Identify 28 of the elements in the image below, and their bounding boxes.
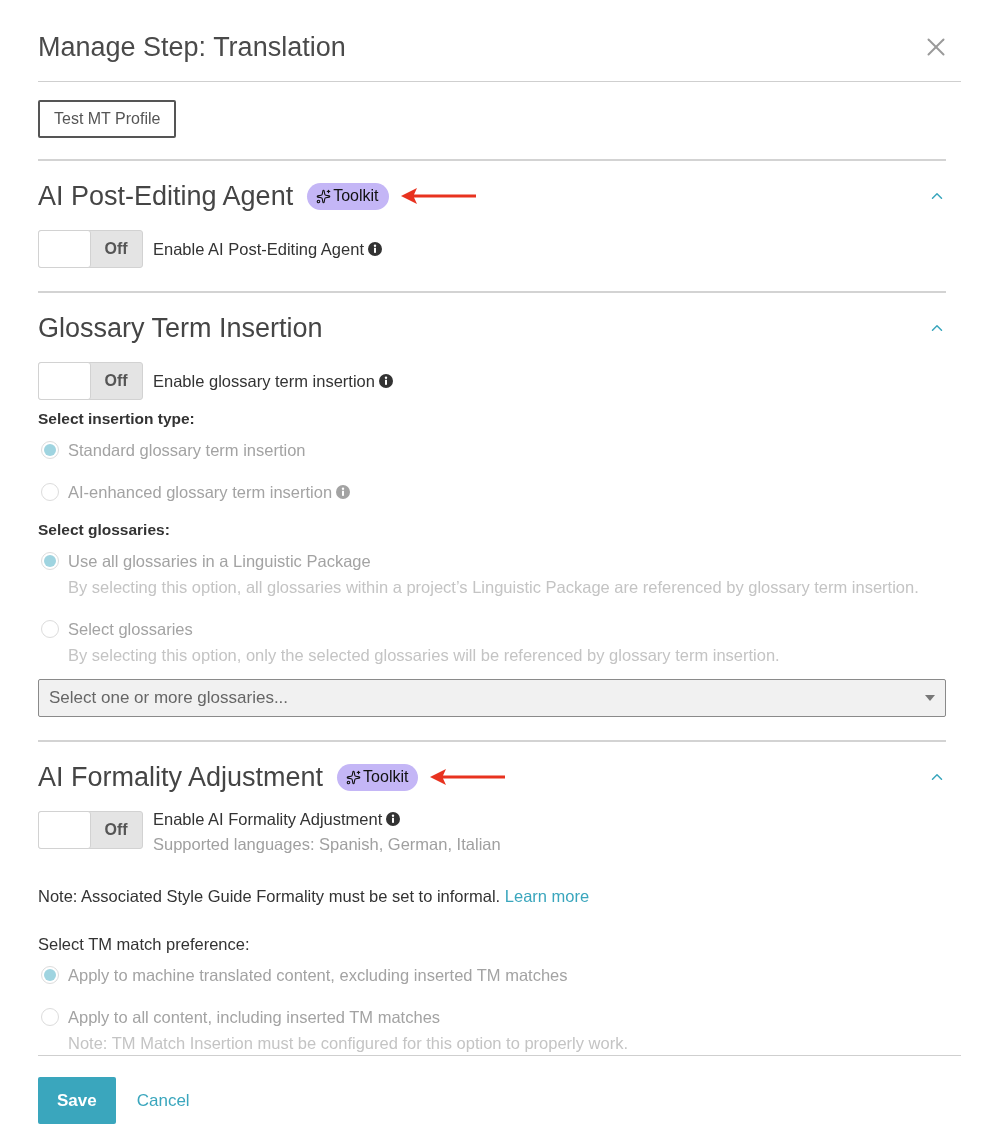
group-label: Select glossaries:	[38, 520, 171, 540]
section-title: AI Post-Editing Agent	[38, 180, 294, 213]
group-label: Select TM match preference:	[38, 934, 251, 954]
cancel-button[interactable]: Cancel	[136, 1090, 190, 1111]
sparkle-icon	[346, 769, 362, 785]
supported-languages-text: Supported languages: Spanish, German, Italian	[153, 834, 501, 854]
save-button[interactable]: Save	[38, 1077, 116, 1124]
toggle-label: Enable glossary term insertion	[153, 371, 375, 391]
toggle-label: Enable AI Post-Editing Agent	[153, 239, 364, 259]
learn-more-link[interactable]: Learn more	[504, 887, 590, 905]
toggle-switch[interactable]: Off	[38, 230, 143, 268]
test-profile-button[interactable]: Test MT Profile	[38, 100, 177, 138]
option-description: Note: TM Match Insertion must be configured for this option to properly work.	[67, 1033, 630, 1053]
toggle-switch[interactable]: Off	[38, 811, 143, 849]
toggle-label: Enable AI Formality Adjustment	[153, 809, 383, 829]
option-description: By selecting this option, all glossaries within a project’s Linguistic Package are referenced by glossary term insertion.	[67, 577, 920, 597]
note-text: Note: Associated Style Guide Formality must be set to informal. Learn more	[38, 886, 591, 906]
sparkle-icon	[316, 188, 332, 204]
dialog-title: Manage Step: Translation	[38, 31, 346, 64]
caret-down-icon	[925, 695, 935, 701]
section-title: AI Formality Adjustment	[38, 761, 324, 794]
section-title: Glossary Term Insertion	[38, 312, 323, 345]
glossary-select[interactable]: Select one or more glossaries...	[38, 679, 946, 717]
option-description: By selecting this option, only the selected glossaries will be referenced by glossary term insertion.	[67, 645, 781, 665]
tag-label: Toolkit	[333, 187, 379, 205]
tag-label: Toolkit	[363, 768, 409, 786]
group-label: Select insertion type:	[38, 409, 196, 429]
toggle-switch[interactable]: Off	[38, 362, 143, 400]
